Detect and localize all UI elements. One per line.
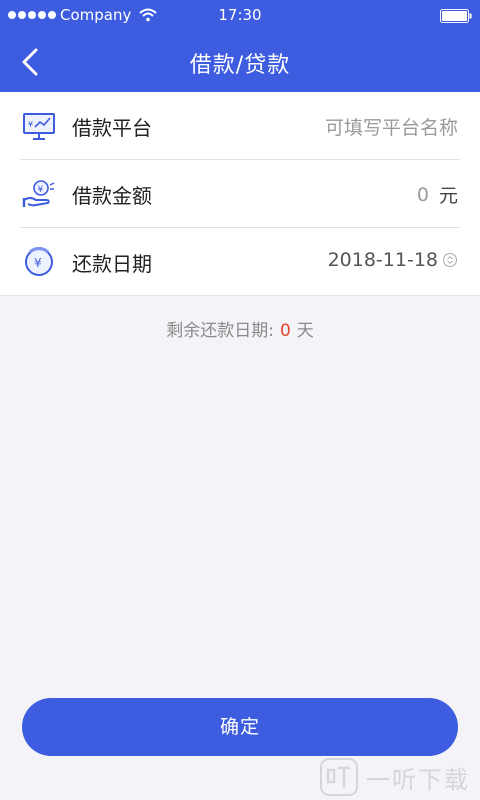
platform-input[interactable]: 可填写平台名称 (325, 113, 458, 140)
amount-row[interactable]: ¥ 借款金额 0 元 (0, 160, 480, 228)
remaining-days: 剩余还款日期: 0 天 (0, 316, 480, 341)
repay-date-value[interactable]: 2018-11-18 (328, 249, 438, 271)
yuan-clock-icon: ¥ (25, 246, 53, 276)
watermark-text: 一听下载 (366, 765, 470, 794)
svg-text:¥: ¥ (28, 120, 33, 129)
nav-bar: 借款/贷款 (0, 32, 480, 92)
remaining-prefix: 剩余还款日期: (166, 321, 274, 341)
battery-icon (440, 9, 472, 23)
watermark: 一听下载 (320, 758, 470, 796)
confirm-button[interactable]: 确定 (22, 698, 458, 756)
status-time: 17:30 (218, 6, 262, 24)
monitor-chart-icon: ¥ (23, 113, 55, 140)
svg-text:¥: ¥ (38, 185, 44, 195)
amount-unit: 元 (438, 185, 458, 207)
svg-text:¥: ¥ (34, 256, 42, 270)
remaining-days-count: 0 (279, 321, 291, 341)
platform-row[interactable]: ¥ 借款平台 可填写平台名称 (0, 92, 480, 160)
repay-date-row[interactable]: ¥ 还款日期 2018-11-18 (0, 228, 480, 296)
loan-form: ¥ 借款平台 可填写平台名称 ¥ 借款金额 0 元 ¥ 还款日期 2018-11… (0, 92, 480, 296)
amount-label: 借款金额 (72, 184, 152, 208)
amount-input[interactable]: 0 (417, 184, 429, 206)
header: Company 17:30 借款/贷款 (0, 0, 480, 92)
watermark-logo-icon (320, 758, 358, 796)
hand-coin-icon: ¥ (22, 180, 55, 207)
amount-value-group[interactable]: 0 元 (417, 181, 458, 208)
remaining-suffix: 天 (296, 321, 314, 341)
platform-label: 借款平台 (72, 116, 152, 140)
date-picker-icon[interactable] (442, 252, 458, 268)
status-bar: Company 17:30 (0, 0, 480, 32)
repay-date-label: 还款日期 (72, 252, 152, 276)
page-title: 借款/贷款 (189, 53, 291, 78)
repay-date-picker[interactable]: 2018-11-18 (328, 249, 458, 271)
